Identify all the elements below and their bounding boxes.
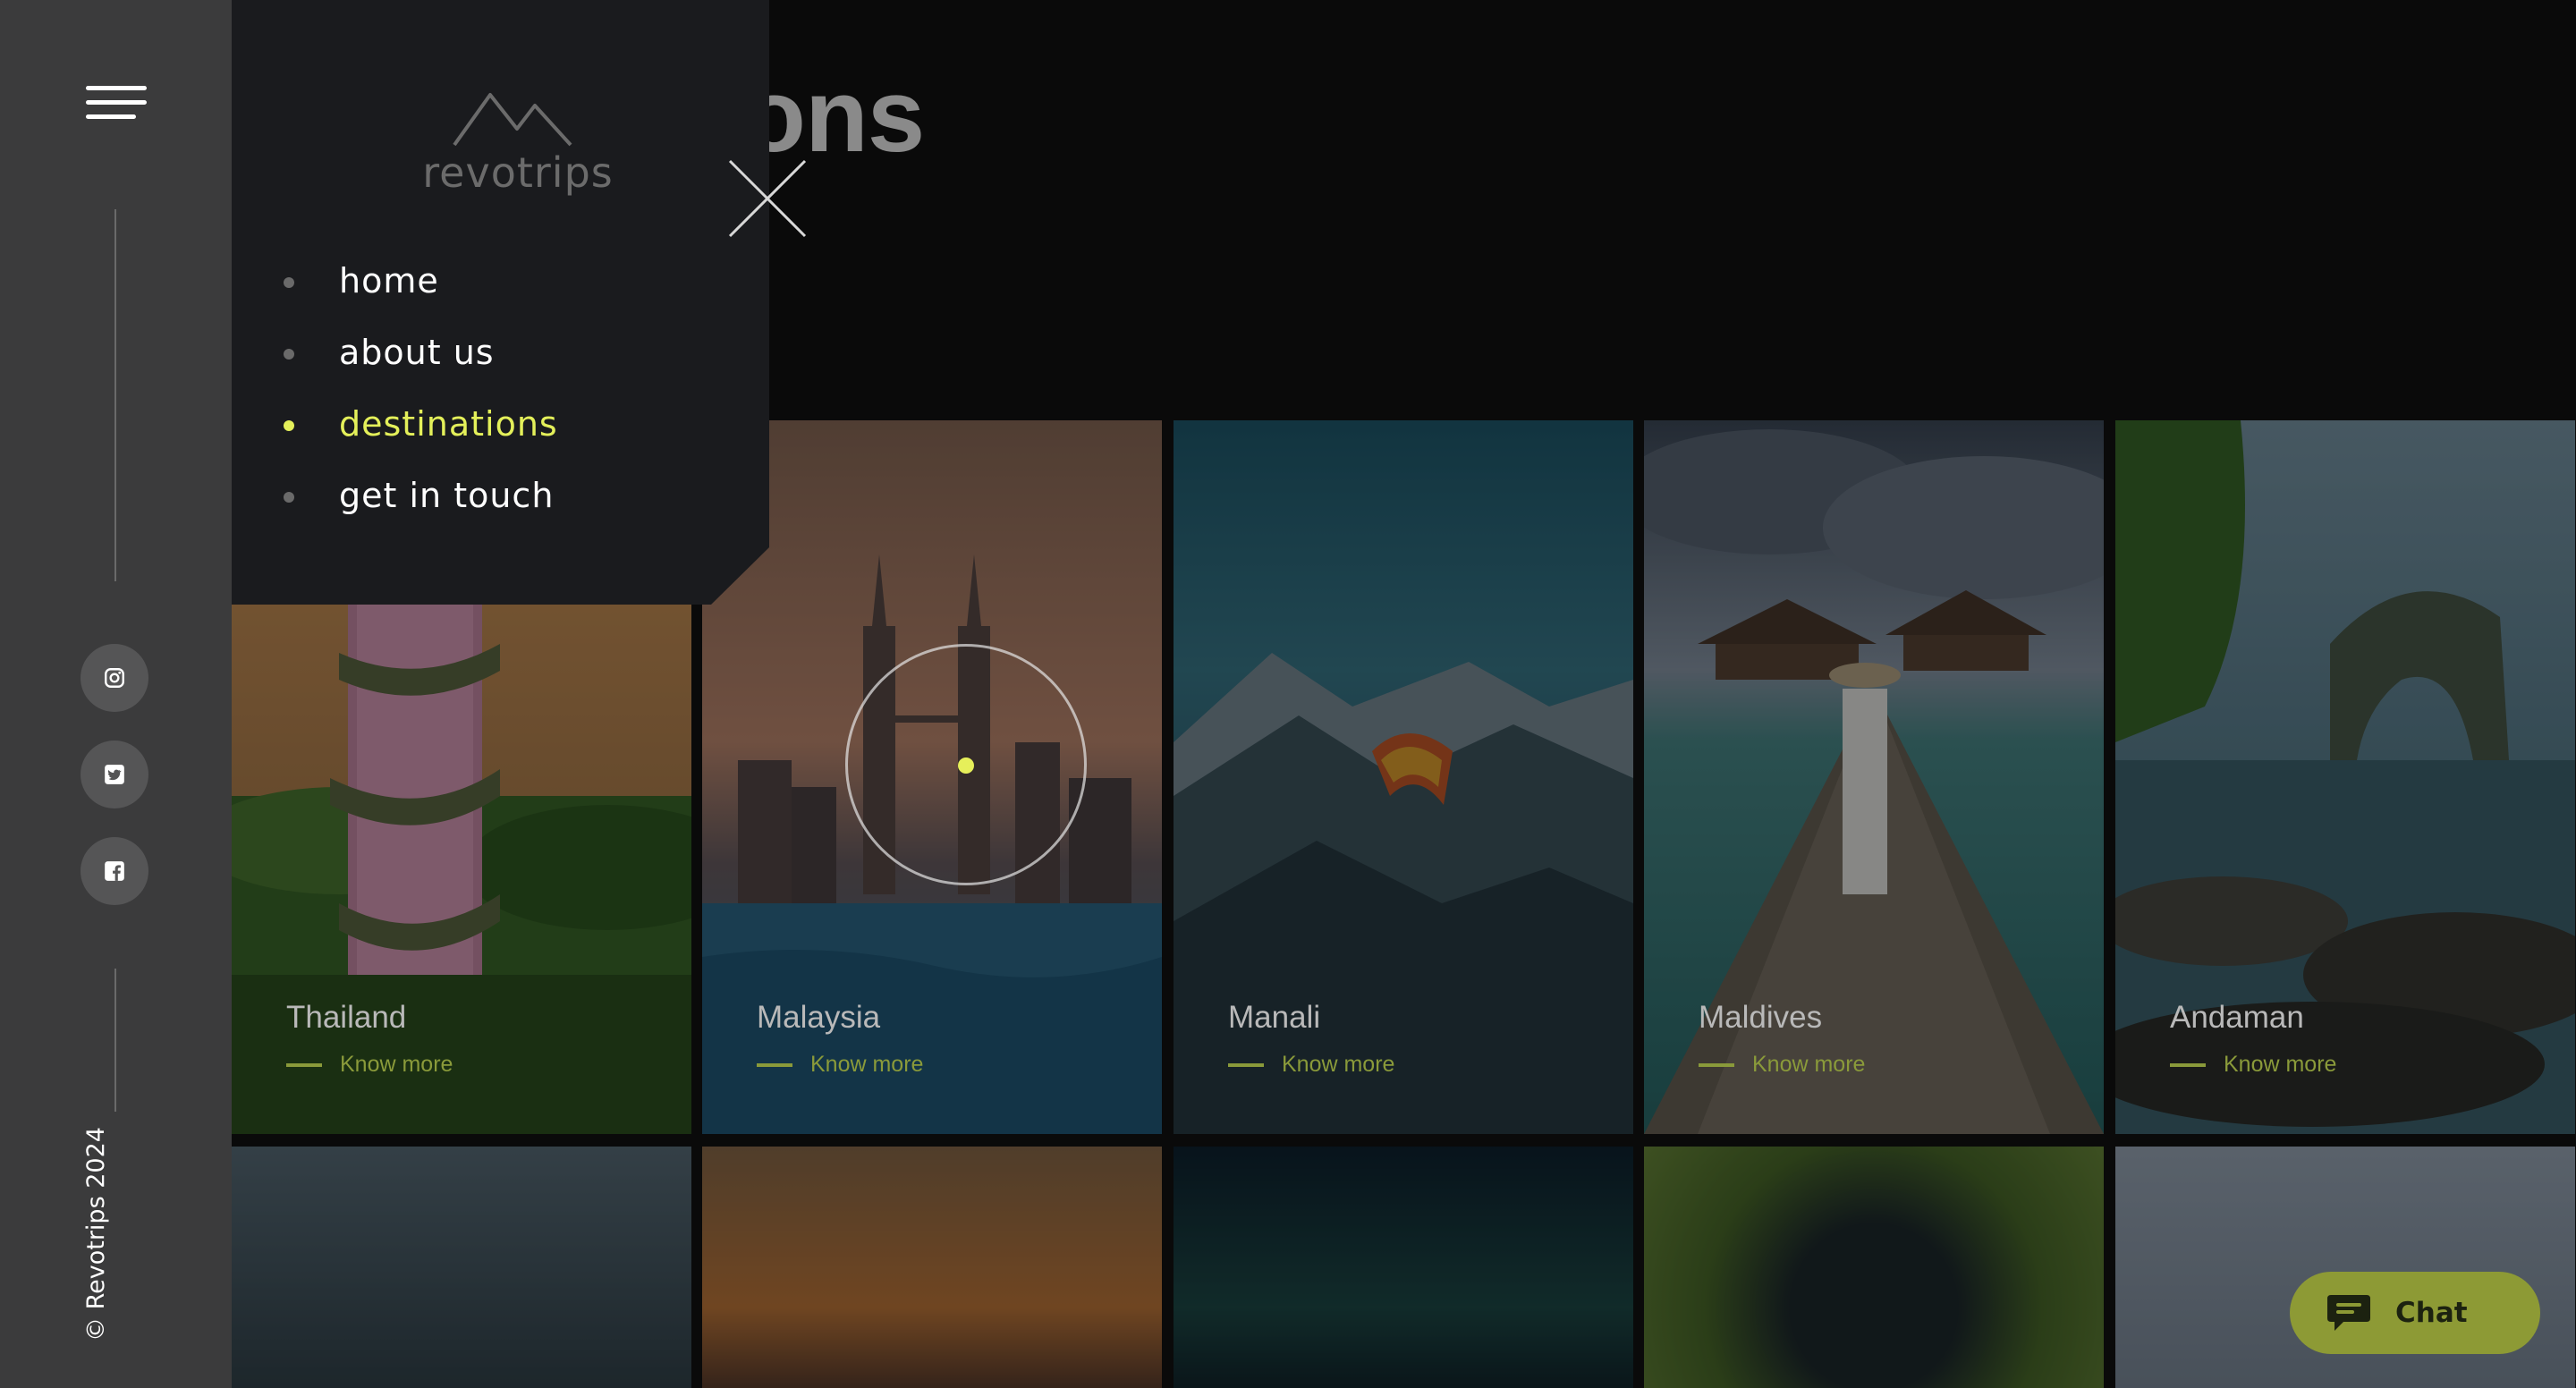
destination-card[interactable]	[702, 1147, 1162, 1388]
nav-item-get-in-touch[interactable]: get in touch	[284, 460, 558, 531]
rail-divider	[114, 209, 116, 581]
bullet-icon	[284, 420, 294, 431]
nav-item-about-us[interactable]: about us	[284, 317, 558, 388]
revotrips-logo[interactable]: revotrips	[406, 86, 630, 202]
instagram-link[interactable]	[80, 644, 148, 712]
dash-decoration	[286, 1062, 322, 1067]
destination-card[interactable]	[232, 1147, 691, 1388]
know-more-label: Know more	[1282, 1052, 1395, 1077]
destination-name: Manali	[1228, 1000, 1321, 1035]
card-dim-overlay	[702, 1147, 1162, 1388]
bullet-icon	[284, 277, 294, 288]
facebook-link[interactable]	[80, 837, 148, 905]
nav-list: home about us destinations get in touch	[284, 245, 558, 531]
logo-wordmark: revotrips	[422, 148, 614, 197]
hamburger-line	[86, 100, 147, 105]
chat-now-button[interactable]: Chat now	[2290, 1272, 2540, 1388]
destination-name: Andaman	[2170, 1000, 2304, 1035]
destination-card[interactable]	[1644, 1147, 2104, 1388]
know-more-link[interactable]: Know more	[2170, 1052, 2336, 1078]
nav-item-home[interactable]: home	[284, 245, 558, 317]
cursor-dot	[958, 757, 974, 774]
mountain-icon	[453, 93, 572, 147]
dash-decoration	[2170, 1062, 2206, 1067]
destination-name: Thailand	[286, 1000, 407, 1035]
chat-bubble-icon	[2327, 1295, 2370, 1331]
know-more-label: Know more	[1752, 1052, 1866, 1077]
know-more-link[interactable]: Know more	[757, 1052, 923, 1078]
know-more-link[interactable]: Know more	[1228, 1052, 1394, 1078]
card-dim-overlay	[232, 1147, 691, 1388]
hamburger-line	[86, 86, 147, 90]
bullet-icon	[284, 349, 294, 360]
card-dim-overlay	[1174, 1147, 1633, 1388]
destination-card-andaman[interactable]: Andaman Know more	[2115, 420, 2575, 1134]
bullet-icon	[284, 492, 294, 503]
copyright-text: © Revotrips 2024	[82, 1127, 110, 1341]
twitter-link[interactable]	[80, 741, 148, 808]
dash-decoration	[757, 1062, 792, 1067]
side-rail: © Revotrips 2024	[0, 0, 232, 1388]
know-more-link[interactable]: Know more	[1699, 1052, 1865, 1078]
instagram-icon	[105, 668, 124, 688]
chat-now-label: Chat now	[2395, 1297, 2468, 1388]
nav-menu-panel: revotrips home about us destinations get…	[232, 0, 769, 605]
nav-item-label: home	[339, 261, 439, 300]
close-icon[interactable]	[726, 157, 809, 240]
rail-divider	[114, 969, 116, 1112]
nav-item-label: about us	[339, 333, 495, 372]
destination-name: Malaysia	[757, 1000, 881, 1035]
card-dim-overlay	[1644, 1147, 2104, 1388]
destination-card-manali[interactable]: Manali Know more	[1174, 420, 1633, 1134]
dash-decoration	[1699, 1062, 1734, 1067]
nav-item-destinations[interactable]: destinations	[284, 388, 558, 460]
destination-card-maldives[interactable]: Maldives Know more	[1644, 420, 2104, 1134]
know-more-label: Know more	[2224, 1052, 2337, 1077]
destination-card[interactable]	[1174, 1147, 1633, 1388]
know-more-link[interactable]: Know more	[286, 1052, 453, 1078]
know-more-label: Know more	[810, 1052, 924, 1077]
hamburger-line	[86, 114, 136, 119]
nav-item-label: get in touch	[339, 476, 555, 515]
nav-item-label: destinations	[339, 404, 558, 444]
menu-toggle-button[interactable]	[86, 86, 147, 122]
twitter-icon	[105, 765, 124, 784]
know-more-label: Know more	[340, 1052, 453, 1077]
facebook-icon	[105, 861, 124, 881]
destination-name: Maldives	[1699, 1000, 1823, 1035]
dash-decoration	[1228, 1062, 1264, 1067]
